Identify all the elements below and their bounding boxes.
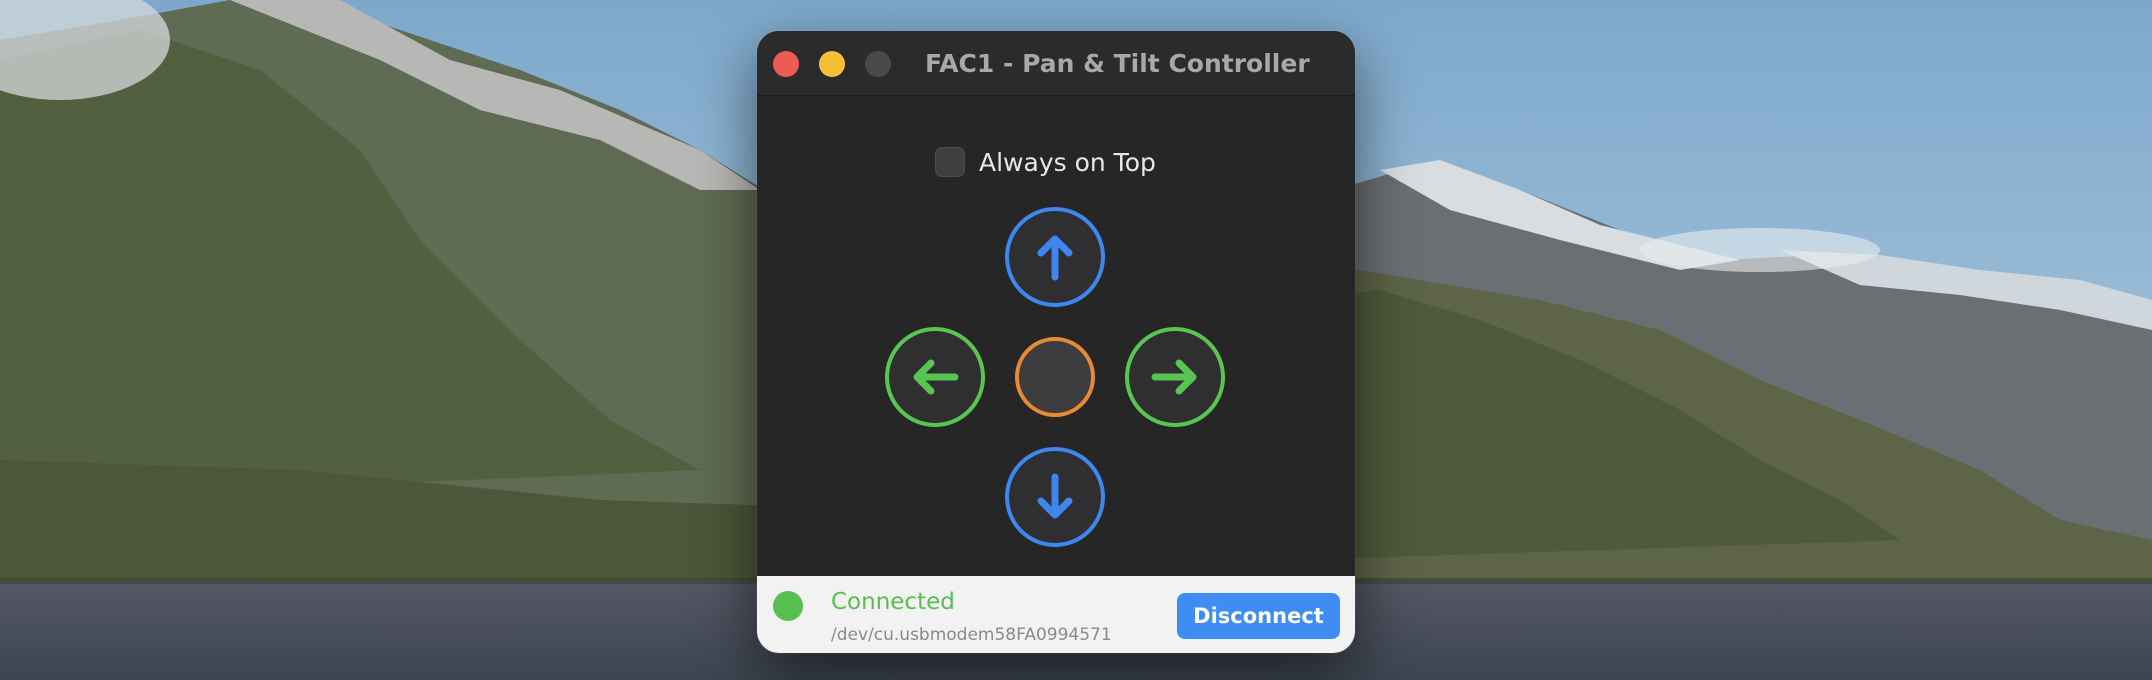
arrow-up-icon [1037, 235, 1073, 281]
tilt-up-button[interactable] [1005, 207, 1105, 307]
arrow-left-icon [913, 359, 959, 395]
always-on-top-option[interactable]: Always on Top [935, 146, 1156, 178]
title-bar[interactable]: FAC1 - Pan & Tilt Controller [757, 31, 1355, 96]
pan-left-button[interactable] [885, 327, 985, 427]
disconnect-button[interactable]: Disconnect [1177, 593, 1340, 639]
always-on-top-checkbox[interactable] [935, 147, 965, 177]
controller-window: FAC1 - Pan & Tilt Controller Always on T… [757, 31, 1355, 653]
connection-indicator-icon [773, 591, 803, 621]
center-stop-button[interactable] [1015, 337, 1095, 417]
pan-right-button[interactable] [1125, 327, 1225, 427]
window-title: FAC1 - Pan & Tilt Controller [925, 49, 1310, 78]
close-window-button[interactable] [773, 51, 799, 77]
zoom-window-button[interactable] [865, 51, 891, 77]
controller-content: Always on Top [757, 96, 1355, 607]
device-path: /dev/cu.usbmodem58FA0994571 [831, 625, 1112, 645]
arrow-right-icon [1151, 359, 1197, 395]
connection-status-text: Connected [831, 589, 955, 615]
minimize-window-button[interactable] [819, 51, 845, 77]
connection-status-bar: Connected /dev/cu.usbmodem58FA0994571 Di… [757, 576, 1355, 653]
arrow-down-icon [1037, 473, 1073, 519]
tilt-down-button[interactable] [1005, 447, 1105, 547]
always-on-top-label[interactable]: Always on Top [979, 148, 1156, 177]
